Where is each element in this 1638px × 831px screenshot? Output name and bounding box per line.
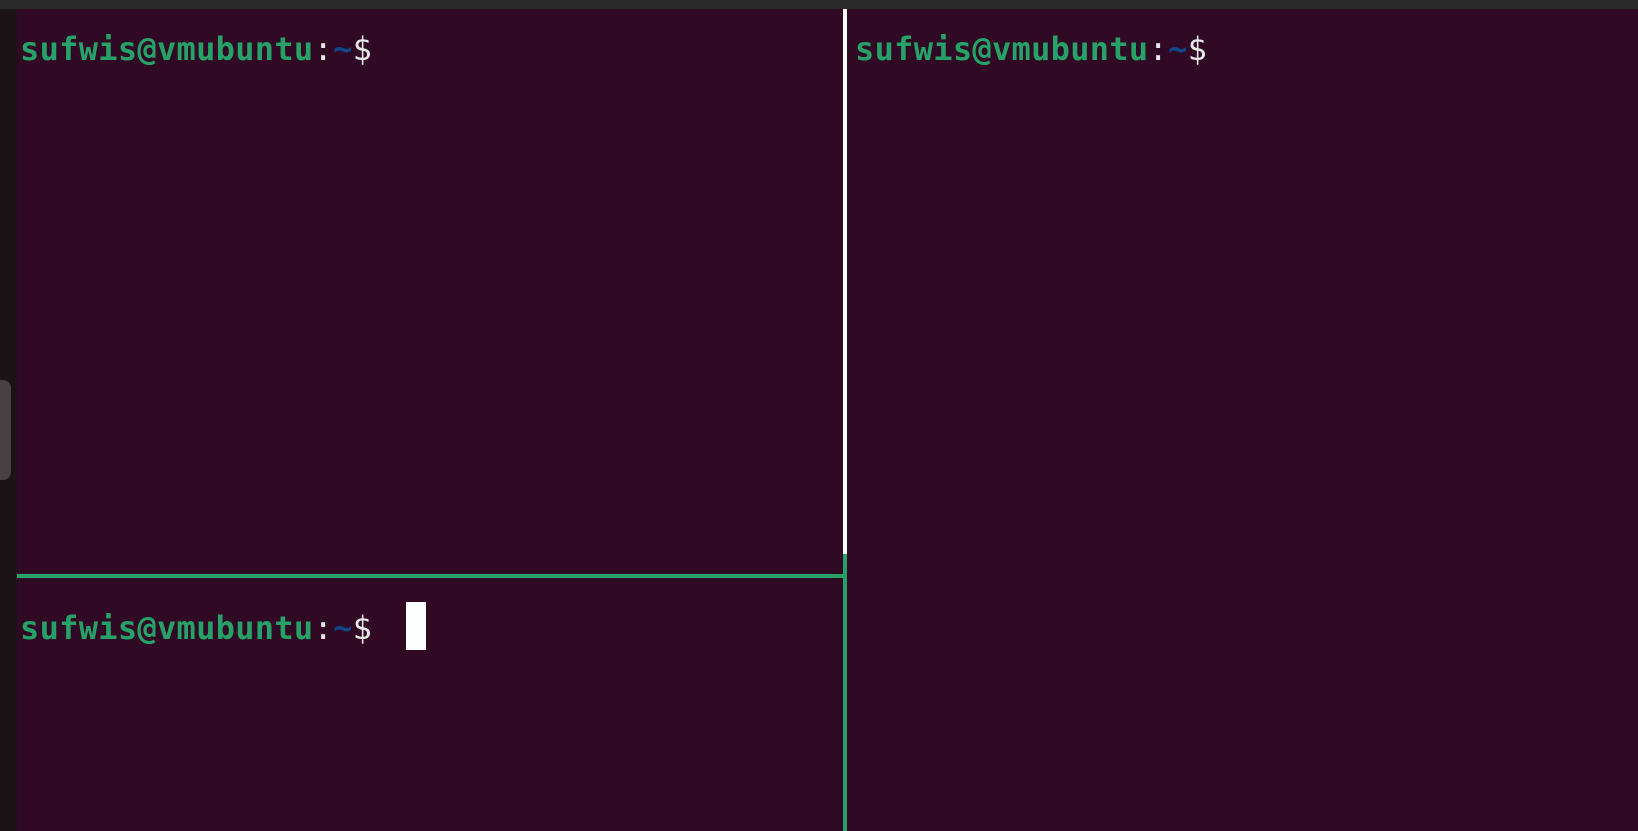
prompt-symbol: $: [1187, 30, 1208, 68]
prompt-user-host: sufwis@vmubuntu: [20, 609, 314, 647]
prompt-symbol: $: [352, 30, 373, 68]
pane-divider-horizontal-active[interactable]: [17, 574, 843, 578]
window-top-edge: [0, 0, 1638, 9]
prompt-user-host: sufwis@vmubuntu: [855, 30, 1149, 68]
prompt-symbol: $: [352, 609, 373, 647]
prompt-user-host: sufwis@vmubuntu: [20, 30, 314, 68]
pane-divider-vertical-active[interactable]: [843, 554, 847, 831]
terminal-pane-top-left[interactable]: sufwis@vmubuntu:~$: [17, 9, 843, 574]
prompt-colon: :: [313, 609, 334, 647]
terminal-window: sufwis@vmubuntu:~$ sufwis@vmubuntu:~$ su…: [0, 0, 1638, 831]
prompt-colon: :: [313, 30, 334, 68]
prompt-path: ~: [333, 30, 353, 68]
shell-prompt: sufwis@vmubuntu:~$: [20, 29, 372, 69]
prompt-path: ~: [333, 609, 353, 647]
shell-prompt: sufwis@vmubuntu:~$: [20, 608, 372, 648]
terminal-pane-right[interactable]: sufwis@vmubuntu:~$: [847, 9, 1638, 831]
text-cursor: [406, 602, 426, 650]
side-resize-handle[interactable]: [0, 380, 11, 480]
terminal-pane-bottom-left-active[interactable]: sufwis@vmubuntu:~$: [17, 578, 843, 831]
pane-divider-vertical[interactable]: [843, 9, 847, 554]
prompt-path: ~: [1168, 30, 1188, 68]
prompt-colon: :: [1148, 30, 1169, 68]
shell-prompt: sufwis@vmubuntu:~$: [855, 29, 1207, 69]
